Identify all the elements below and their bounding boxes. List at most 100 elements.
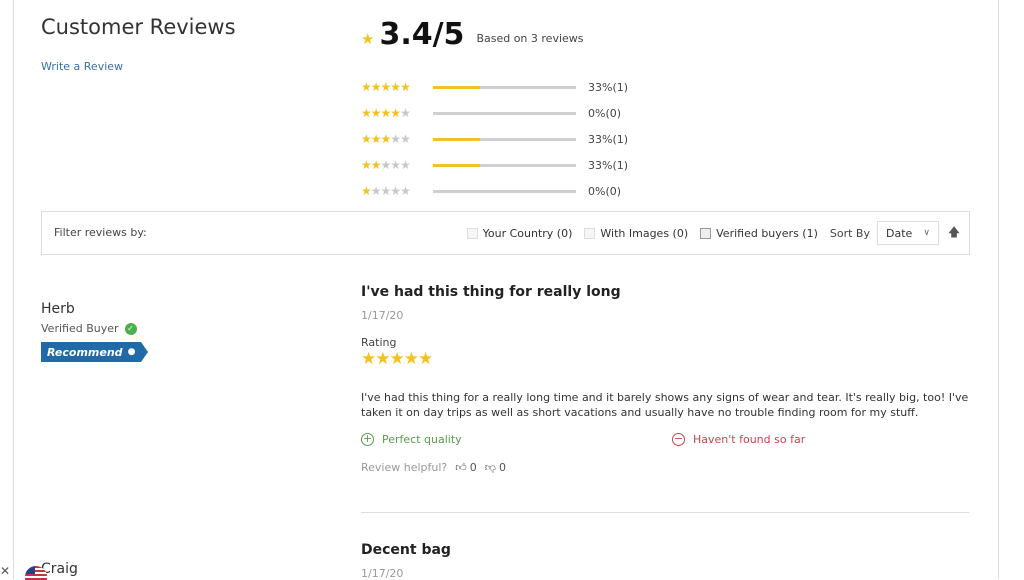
star-icon: ★ [380, 80, 392, 94]
filter-label: Filter reviews by: [54, 226, 147, 239]
verified-buyer: Verified Buyer ✓ [41, 322, 141, 335]
star-icon: ★ [390, 184, 401, 198]
rating-distribution: ★★★★★ 33%(1) ★★★★★ 0%(0) ★★★★★ 33%(1) ★★★★★ 33%… [361, 74, 628, 204]
star-icon: ★ [370, 106, 382, 120]
thumbs-down-icon[interactable]: 👎︎ [485, 461, 496, 474]
distribution-bar [433, 189, 576, 193]
left-border [13, 0, 14, 579]
star-icon: ★ [380, 184, 392, 198]
filter-bar: Filter reviews by: Your Country (0) With… [41, 211, 970, 255]
review-rating-stars: ★★★★★ [361, 349, 969, 369]
stars-icon: ★★★★★ [361, 106, 433, 120]
star-icon: ★ [361, 184, 372, 198]
star-icon: ★ [375, 349, 390, 369]
right-border [998, 0, 999, 579]
distribution-percent: 33%(1) [588, 80, 629, 94]
filter-your-country[interactable]: Your Country (0) [466, 227, 572, 240]
star-icon: ★ [403, 349, 419, 369]
distribution-row-1-star[interactable]: ★★★★★ 0%(0) [361, 178, 628, 204]
review-date: 1/17/20 [361, 309, 404, 322]
distribution-percent: 0%(0) [588, 106, 622, 120]
filter-option-label: Verified buyers (1) [716, 226, 818, 240]
verified-label: Verified Buyer [41, 322, 119, 335]
star-icon: ★ [390, 158, 401, 172]
star-icon: ★ [361, 80, 372, 94]
distribution-bar-fill [433, 85, 481, 89]
cons-text: Haven't found so far [693, 433, 806, 446]
pros: + Perfect quality [361, 433, 672, 446]
sort-value: Date [886, 226, 913, 240]
distribution-percent: 33%(1) [588, 158, 629, 172]
average-rating: ★ 3.4/5 Based on 3 reviews [361, 18, 584, 52]
checkbox[interactable] [700, 227, 712, 239]
helpful-label: Review helpful? [361, 461, 448, 474]
distribution-bar [433, 137, 576, 141]
close-icon[interactable]: ✕ [0, 564, 10, 578]
distribution-row-3-star[interactable]: ★★★★★ 33%(1) [361, 126, 628, 152]
rating-label: Rating [361, 336, 397, 349]
minus-circle-icon: − [672, 432, 685, 446]
chevron-down-icon: ∨ [923, 228, 930, 238]
star-icon: ★ [361, 106, 372, 120]
distribution-percent: 0%(0) [588, 184, 622, 198]
reviewer-name: Herb [41, 301, 75, 317]
review-count: Based on 3 reviews [476, 32, 584, 45]
check-circle-icon: ✓ [124, 322, 137, 335]
thumbs-up-icon[interactable]: 👍︎ [455, 461, 467, 474]
write-review-link[interactable]: Write a Review [41, 60, 123, 73]
review-divider [361, 512, 969, 513]
checkbox[interactable] [466, 227, 478, 239]
star-icon: ★ [400, 158, 411, 172]
distribution-bar-fill [433, 163, 481, 167]
pros-cons: + Perfect quality − Haven't found so far [361, 433, 969, 446]
filter-with-images[interactable]: With Images (0) [584, 227, 688, 240]
distribution-bar-fill [433, 137, 481, 141]
star-icon: ★ [370, 158, 382, 172]
star-icon: ★ [380, 158, 392, 172]
cons: − Haven't found so far [672, 433, 805, 446]
stars-icon: ★★★★★ [361, 80, 433, 94]
review-item: Decent bag 1/17/20 [361, 542, 451, 580]
star-icon: ★ [361, 30, 375, 48]
star-icon: ★ [390, 106, 401, 120]
stars-icon: ★★★★★ [361, 158, 433, 172]
pros-text: Perfect quality [382, 433, 462, 446]
distribution-row-2-star[interactable]: ★★★★★ 33%(1) [361, 152, 628, 178]
distribution-row-5-star[interactable]: ★★★★★ 33%(1) [361, 74, 628, 100]
star-icon: ★ [400, 80, 411, 94]
star-icon: ★ [400, 184, 411, 198]
star-icon: ★ [400, 106, 411, 120]
reviewer-info: Herb Verified Buyer ✓ Recommend ● [41, 301, 149, 362]
checkbox[interactable] [584, 227, 596, 239]
sort-by-label: Sort By [829, 226, 870, 240]
stars-icon: ★★★★★ [361, 132, 433, 146]
star-icon: ★ [380, 106, 392, 120]
recommend-badge: Recommend ● [41, 342, 149, 362]
distribution-bar [433, 85, 576, 89]
us-flag-icon[interactable] [25, 566, 47, 580]
star-icon: ★ [390, 132, 401, 146]
star-icon: ★ [400, 132, 411, 146]
star-icon: ★ [418, 349, 433, 369]
sort-direction-arrow-up-icon[interactable]: 🡅 [939, 223, 969, 244]
page-title: Customer Reviews [41, 15, 236, 39]
star-icon: ★ [361, 158, 372, 172]
language-widget: ✕ [0, 564, 80, 580]
review-title: I've had this thing for really long [361, 284, 621, 300]
star-icon: ★ [389, 349, 405, 369]
filter-verified-buyers[interactable]: Verified buyers (1) [700, 227, 818, 240]
badge-label: Recommend [47, 345, 123, 359]
review-body: I've had this thing for a really long ti… [361, 391, 969, 419]
distribution-row-4-star[interactable]: ★★★★★ 0%(0) [361, 100, 628, 126]
distribution-bar [433, 111, 576, 115]
star-icon: ★ [380, 132, 392, 146]
star-icon: ★ [361, 132, 372, 146]
dot-icon: ● [127, 347, 136, 357]
filter-option-label: With Images (0) [600, 226, 689, 240]
upvote-count: 0 [469, 461, 477, 474]
star-icon: ★ [370, 132, 382, 146]
sort-select[interactable]: Date ∨ [877, 221, 939, 245]
star-icon: ★ [370, 80, 382, 94]
plus-circle-icon: + [361, 432, 374, 446]
downvote-count: 0 [498, 461, 506, 474]
